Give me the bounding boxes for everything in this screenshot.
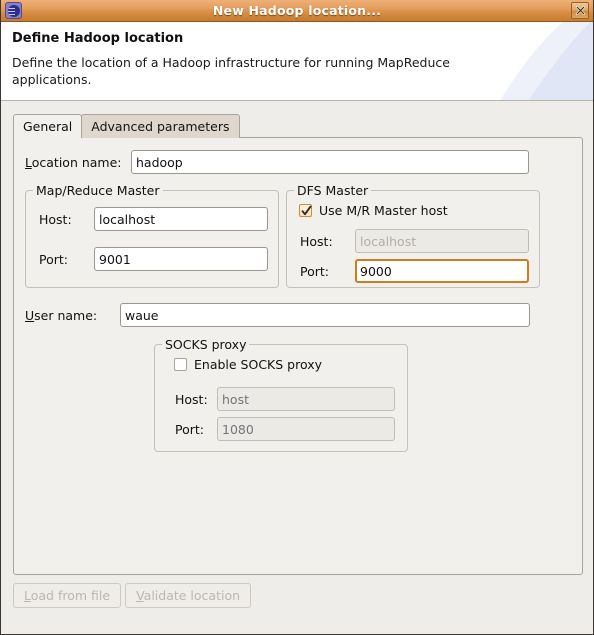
dfs-master-legend: DFS Master bbox=[294, 183, 372, 198]
use-mr-master-host-label: Use M/R Master host bbox=[319, 203, 448, 218]
location-name-row: Location name: bbox=[25, 150, 529, 174]
mapreduce-master-group: Map/Reduce Master Host: Port: bbox=[25, 183, 279, 288]
banner-description: Define the location of a Hadoop infrastr… bbox=[12, 55, 450, 87]
socks-proxy-legend: SOCKS proxy bbox=[162, 337, 250, 352]
socks-port-input bbox=[217, 417, 395, 441]
checkbox-checked-icon bbox=[299, 204, 312, 217]
enable-socks-proxy-label: Enable SOCKS proxy bbox=[194, 357, 323, 372]
socks-proxy-group: SOCKS proxy Enable SOCKS proxy Host: Por… bbox=[154, 337, 408, 452]
mr-host-row: Host: bbox=[39, 207, 268, 231]
dialog-content: General Advanced parameters Location nam… bbox=[1, 101, 593, 634]
panel-action-buttons: Load from file Validate location bbox=[13, 583, 252, 608]
tab-advanced-parameters[interactable]: Advanced parameters bbox=[81, 114, 240, 138]
socks-host-row: Host: bbox=[175, 387, 395, 411]
dfs-master-group: DFS Master Use M/R Master host Host: Por… bbox=[286, 183, 540, 288]
load-from-file-button: Load from file bbox=[13, 583, 122, 608]
socks-port-label: Port: bbox=[175, 421, 204, 437]
dialog-banner: Define Hadoop location Define the locati… bbox=[1, 22, 593, 101]
tab-general[interactable]: General bbox=[13, 114, 83, 138]
dfs-port-label: Port: bbox=[300, 263, 329, 279]
socks-host-label: Host: bbox=[175, 391, 208, 407]
mr-port-input[interactable] bbox=[94, 247, 268, 271]
new-hadoop-location-dialog: New Hadoop location... Define Hadoop loc… bbox=[0, 0, 594, 635]
mr-port-row: Port: bbox=[39, 247, 268, 271]
dfs-host-input bbox=[355, 229, 529, 253]
tab-advanced-parameters-label: Advanced parameters bbox=[91, 119, 230, 134]
user-name-input[interactable] bbox=[120, 303, 530, 327]
dfs-port-row: Port: bbox=[300, 259, 529, 283]
close-icon[interactable] bbox=[571, 2, 589, 19]
validate-location-button: Validate location bbox=[125, 583, 252, 608]
banner-heading: Define Hadoop location bbox=[12, 31, 184, 46]
hadoop-elephant-icon bbox=[5, 2, 22, 19]
tab-bar: General Advanced parameters bbox=[13, 114, 240, 138]
enable-socks-proxy-checkbox[interactable]: Enable SOCKS proxy bbox=[174, 357, 322, 372]
socks-host-input bbox=[217, 387, 395, 411]
mr-port-label: Port: bbox=[39, 251, 68, 267]
title-bar: New Hadoop location... bbox=[1, 0, 593, 22]
use-mr-master-host-checkbox[interactable]: Use M/R Master host bbox=[299, 203, 448, 218]
dfs-host-row: Host: bbox=[300, 229, 529, 253]
mr-host-input[interactable] bbox=[94, 207, 268, 231]
user-name-label: User name: bbox=[25, 307, 98, 323]
mr-host-label: Host: bbox=[39, 211, 72, 227]
mapreduce-master-legend: Map/Reduce Master bbox=[33, 183, 163, 198]
location-name-input[interactable] bbox=[131, 150, 529, 174]
dfs-host-label: Host: bbox=[300, 233, 333, 249]
user-name-row: User name: bbox=[25, 303, 530, 327]
dfs-port-input[interactable] bbox=[355, 259, 529, 283]
general-tab-panel: Location name: Map/Reduce Master Host: P… bbox=[13, 137, 583, 575]
checkbox-unchecked-icon bbox=[174, 358, 187, 371]
location-name-label: Location name: bbox=[25, 154, 122, 170]
tab-general-label: General bbox=[23, 119, 73, 134]
window-title: New Hadoop location... bbox=[212, 3, 382, 18]
socks-port-row: Port: bbox=[175, 417, 395, 441]
